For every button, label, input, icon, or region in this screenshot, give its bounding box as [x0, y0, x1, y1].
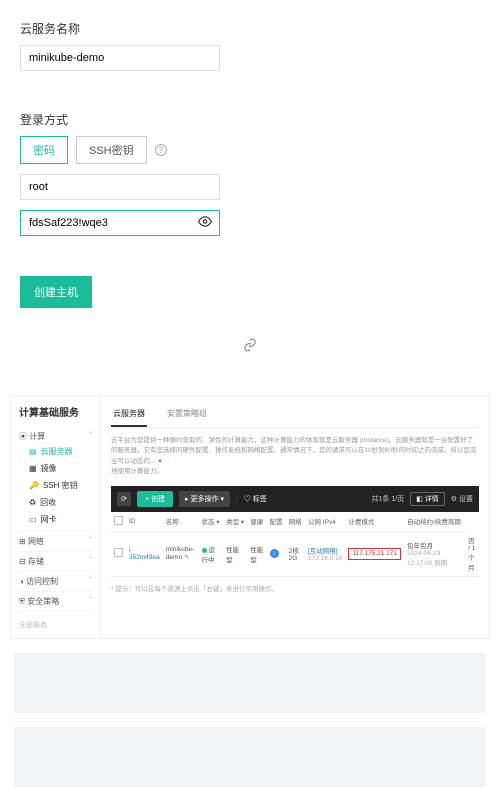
renew-text: 否 / 1个月 [465, 531, 479, 577]
sidebar-group-network[interactable]: ⊞ 网络ˇ [19, 536, 92, 547]
sidebar-group-storage[interactable]: ⊟ 存储ˇ [19, 556, 92, 567]
col-config[interactable]: 配置 [267, 512, 286, 532]
service-name-input[interactable] [20, 45, 220, 71]
console-panel: 计算基础服务 ▣ 计算ˇ ▤云服务器 ▦镜像 🔑SSH 密钥 ♻回收 ▭网卡 ⊞… [10, 395, 490, 639]
sidebar-group-compute[interactable]: ▣ 计算ˇ [19, 431, 92, 442]
sidebar-item-nic[interactable]: ▭网卡 [19, 510, 92, 527]
sidebar-item-recycle[interactable]: ♻回收 [19, 493, 92, 510]
recycle-icon: ♻ [29, 498, 36, 507]
more-actions-button[interactable]: ▸ 更多操作 ▾ [179, 491, 230, 507]
type-text: 性能型 [223, 531, 247, 577]
filter-tags[interactable]: ♡ 标签 [244, 494, 267, 504]
instance-name: minikube-demo [166, 546, 194, 561]
status-dot-icon [202, 548, 207, 553]
col-health[interactable]: 健康 [247, 512, 266, 532]
sidebar-group-security[interactable]: ⛨ 安全策略ˇ [19, 596, 92, 607]
sidebar-all-services[interactable]: 全部服务 [19, 620, 92, 630]
description-text: 云平台为您提供一种随时获取的、弹性的计算能力，这种计算能力的体现就是云服务器 (… [111, 436, 479, 478]
placeholder-block [14, 727, 486, 787]
sidebar-item-cloud-server[interactable]: ▤云服务器 [19, 442, 92, 459]
table-row[interactable]: i-352m49ea minikube-demo ✎ 运行中 性能型 性能型 i… [111, 531, 479, 577]
sidebar-item-images[interactable]: ▦镜像 [19, 459, 92, 476]
main-panel: 云服务器 安置策略组 云平台为您提供一种随时获取的、弹性的计算能力，这种计算能力… [101, 396, 489, 638]
config-text: 2核2G [289, 548, 299, 562]
create-button[interactable]: + 创建 [137, 491, 173, 507]
sidebar-group-access[interactable]: ◑ 访问控制ˇ [19, 576, 92, 587]
select-all-checkbox[interactable] [114, 516, 123, 525]
billing-cell: 包年包月2024-06-23 12:17:00 到期 [404, 531, 465, 577]
placeholder-block [14, 653, 486, 713]
help-icon[interactable]: ? [155, 144, 167, 156]
instance-table: ID 名称 状态 ▾ 类型 ▾ 健康 配置 网络 公网 IPv4 计费模式 自动… [111, 512, 479, 578]
toolbar: ⟳ + 创建 ▸ 更多操作 ▾ | ♡ 标签 共1条 1/页 ◧ 详情 ⚙ 设置 [111, 486, 479, 512]
edit-name-icon[interactable]: ✎ [184, 554, 189, 561]
create-host-button[interactable]: 创建主机 [20, 276, 92, 308]
image-icon: ▦ [29, 464, 37, 473]
nic-icon: ▭ [29, 515, 37, 524]
tab-ssh-key[interactable]: SSH密钥 [76, 136, 147, 164]
perf-text: 性能型 [250, 547, 263, 564]
instance-id-link[interactable]: i-352m49ea [129, 547, 160, 561]
footer-tip: * 提示：可以在每个资源上点击「右键」来进行常用操作。 [111, 583, 479, 593]
username-input[interactable] [20, 174, 220, 200]
col-billing[interactable]: 计费模式 [345, 512, 404, 532]
net-cell: [互动网络]172.16.0.10 [305, 531, 345, 577]
pager-info: 共1条 1/页 [372, 494, 405, 504]
service-name-label: 云服务名称 [20, 20, 480, 37]
key-icon: 🔑 [29, 481, 39, 490]
eye-icon[interactable] [198, 215, 212, 232]
row-checkbox[interactable] [114, 548, 123, 557]
expand-link[interactable]: ▾ [158, 458, 161, 465]
tab-placement-group[interactable]: 安置策略组 [165, 404, 209, 427]
sidebar-title: 计算基础服务 [19, 404, 92, 419]
detail-button[interactable]: ◧ 详情 [410, 492, 445, 506]
link-icon [0, 328, 500, 385]
refresh-button[interactable]: ⟳ [117, 492, 131, 506]
col-id[interactable]: ID [126, 512, 163, 532]
col-type[interactable]: 类型 ▾ [223, 512, 247, 532]
col-name[interactable]: 名称 [163, 512, 199, 532]
col-ipv4[interactable]: 公网 IPv4 [305, 512, 345, 532]
tab-cloud-server[interactable]: 云服务器 [111, 404, 147, 427]
col-renew[interactable]: 自动续约/续费周期 [404, 512, 465, 532]
info-icon[interactable]: i [270, 549, 279, 558]
col-network[interactable]: 网络 [286, 512, 305, 532]
login-method-label: 登录方式 [20, 111, 480, 128]
settings-button[interactable]: ⚙ 设置 [451, 494, 473, 504]
password-input[interactable] [20, 210, 220, 236]
tab-password[interactable]: 密码 [20, 136, 68, 164]
sidebar-item-ssh-keys[interactable]: 🔑SSH 密钥 [19, 476, 92, 493]
sidebar: 计算基础服务 ▣ 计算ˇ ▤云服务器 ▦镜像 🔑SSH 密钥 ♻回收 ▭网卡 ⊞… [11, 396, 101, 638]
public-ip[interactable]: 117.175.21.171 [348, 548, 401, 560]
col-status[interactable]: 状态 ▾ [199, 512, 224, 532]
